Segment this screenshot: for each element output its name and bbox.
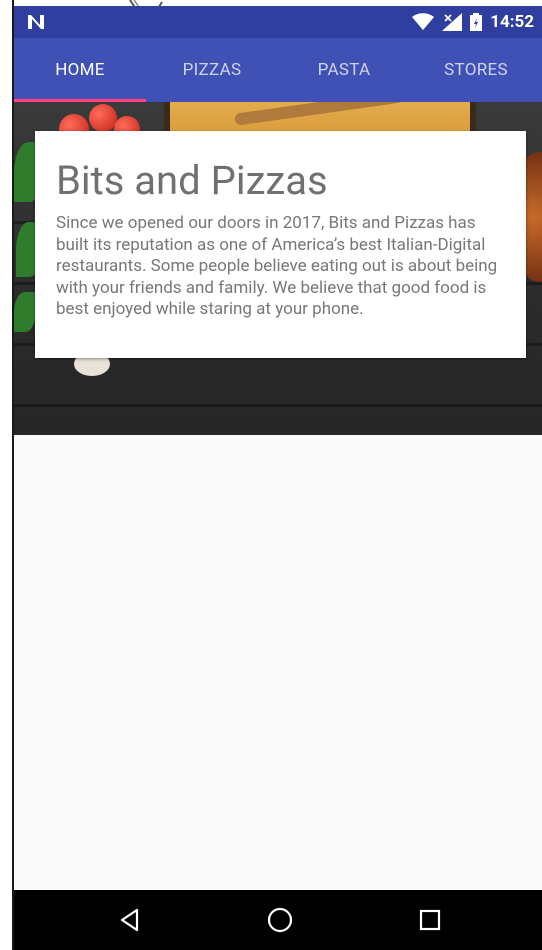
tab-home[interactable]: HOME xyxy=(14,38,146,102)
app-screen: 14:52 HOME PIZZAS PASTA STORES Bits and … xyxy=(14,6,542,950)
card-body: Since we opened our doors in 2017, Bits … xyxy=(56,213,498,319)
status-right: 14:52 xyxy=(412,6,534,38)
tomato-graphic xyxy=(89,104,117,132)
back-icon xyxy=(120,908,139,932)
back-button[interactable] xyxy=(115,905,145,935)
tab-stores-label: STORES xyxy=(444,60,508,80)
signal-icon xyxy=(442,13,463,31)
home-button[interactable] xyxy=(265,905,295,935)
battery-icon xyxy=(470,13,483,31)
tab-pasta[interactable]: PASTA xyxy=(278,38,410,102)
tab-pizzas-label: PIZZAS xyxy=(182,60,242,80)
tab-pizzas[interactable]: PIZZAS xyxy=(146,38,278,102)
recents-button[interactable] xyxy=(415,905,445,935)
navigation-bar xyxy=(14,890,542,950)
wifi-icon xyxy=(412,13,435,30)
tab-pasta-label: PASTA xyxy=(317,60,371,80)
tab-stores[interactable]: STORES xyxy=(410,38,542,102)
status-bar: 14:52 xyxy=(14,6,542,38)
recents-icon xyxy=(419,909,441,931)
info-card: Bits and Pizzas Since we opened our door… xyxy=(35,131,526,358)
home-icon xyxy=(267,907,293,933)
device-frame-left xyxy=(0,0,14,950)
card-title: Bits and Pizzas xyxy=(56,157,328,204)
basil-leaf-graphic xyxy=(14,292,36,332)
tab-bar: HOME PIZZAS PASTA STORES xyxy=(14,38,542,102)
n-logo-icon xyxy=(28,15,44,29)
status-time: 14:52 xyxy=(490,12,534,32)
tab-home-label: HOME xyxy=(55,60,105,80)
